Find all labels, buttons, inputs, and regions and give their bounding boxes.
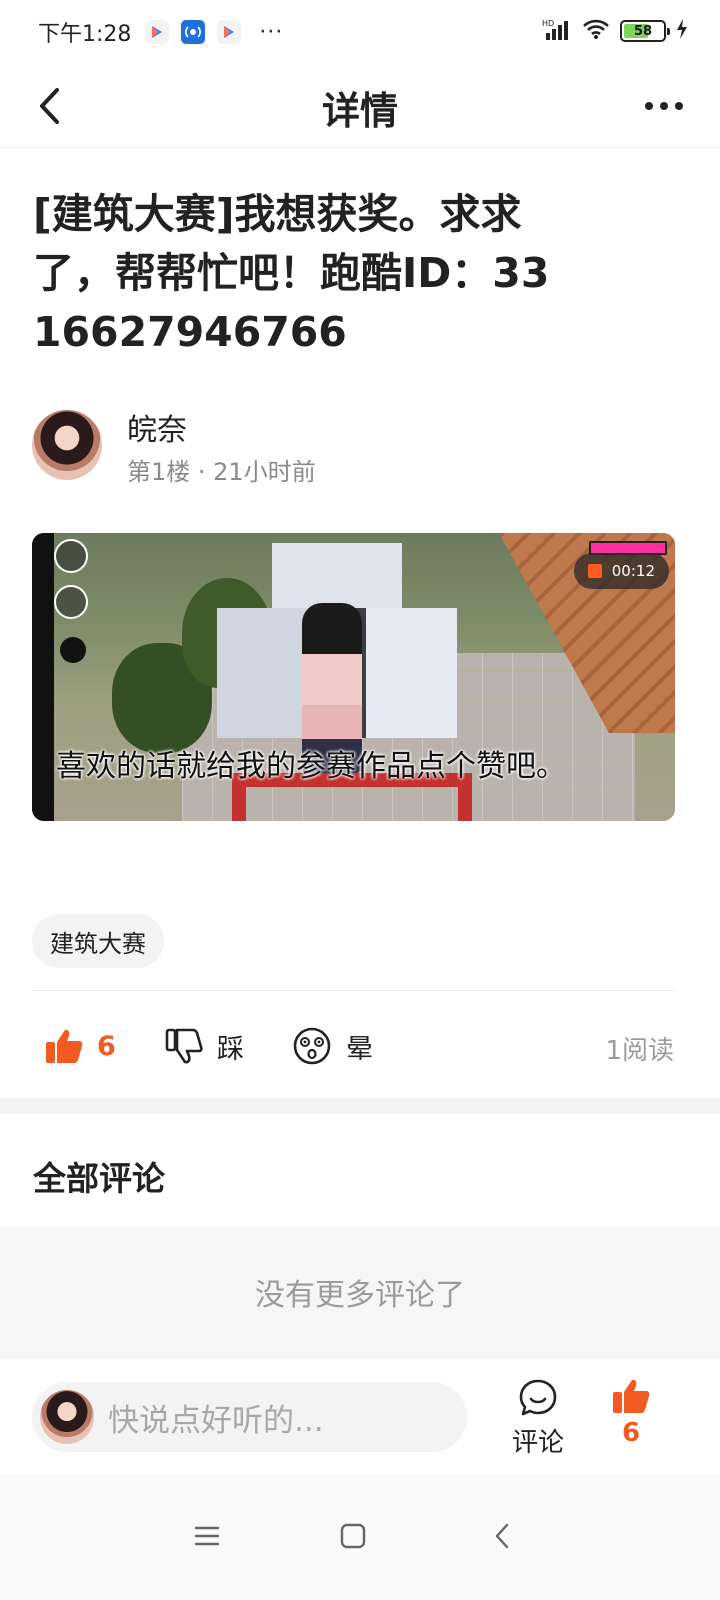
- bottom-like-count: 6: [621, 1418, 641, 1448]
- section-separator: [0, 1098, 720, 1114]
- back-arrow-icon: [495, 1523, 509, 1549]
- read-count: 1阅读: [605, 1036, 674, 1066]
- more-options-button[interactable]: [634, 78, 694, 134]
- bottom-like-button[interactable]: 6: [612, 1378, 650, 1448]
- thumbs-down-icon: [165, 1028, 203, 1064]
- battery-level: 58: [633, 23, 653, 39]
- nav-home-button[interactable]: [323, 1506, 383, 1566]
- thumbs-up-icon: [46, 1029, 83, 1063]
- play-store-icon-2: [217, 20, 242, 44]
- post-video[interactable]: 00:12 喜欢的话就给我的参赛作品点个赞吧。: [32, 533, 675, 821]
- thumbs-up-icon: [613, 1379, 650, 1413]
- game-indicator-icon: [60, 637, 86, 663]
- battery-icon: 58: [620, 20, 670, 42]
- author-avatar[interactable]: [32, 410, 102, 480]
- dizzy-label: 晕: [346, 1033, 373, 1065]
- signal-icon: HD: [542, 18, 572, 44]
- svg-text:HD: HD: [542, 19, 554, 28]
- more-dot-icon: [660, 102, 668, 110]
- topic-tag[interactable]: 建筑大赛: [32, 914, 164, 968]
- no-more-comments: 没有更多评论了: [0, 1227, 720, 1357]
- page-title: 详情: [321, 89, 398, 133]
- home-square-icon: [340, 1523, 366, 1549]
- video-left-bar: [32, 533, 54, 821]
- game-menu-icon: [54, 539, 88, 573]
- radio-app-icon: [181, 20, 206, 44]
- header: 详情: [0, 64, 720, 148]
- like-button[interactable]: 6: [45, 1020, 116, 1072]
- video-timer-text: 00:12: [611, 562, 655, 580]
- dizzy-face-icon: [293, 1027, 331, 1065]
- video-caption: 喜欢的话就给我的参赛作品点个赞吧。: [56, 749, 566, 784]
- dizzy-button[interactable]: 晕: [292, 1020, 373, 1072]
- comments-title: 全部评论: [33, 1159, 165, 1198]
- comment-button-label: 评论: [512, 1428, 565, 1458]
- divider: [32, 990, 675, 991]
- status-more-icon: ···: [259, 19, 284, 45]
- system-nav-bar: [0, 1474, 720, 1600]
- user-avatar: [40, 1390, 94, 1444]
- status-time: 下午1:28: [38, 22, 132, 47]
- author-name[interactable]: 皖奈: [127, 405, 187, 449]
- menu-icon: [194, 1526, 220, 1546]
- post-meta: 第1楼 · 21小时前: [127, 458, 316, 486]
- video-timer: 00:12: [573, 553, 669, 589]
- charging-icon: [676, 19, 688, 43]
- more-dot-icon: [675, 102, 683, 110]
- comment-bubble-icon: [519, 1379, 557, 1416]
- comment-input[interactable]: 快说点好听的...: [32, 1382, 467, 1452]
- dislike-label: 踩: [217, 1033, 244, 1065]
- status-right: HD 58: [542, 18, 688, 44]
- wifi-icon: [582, 18, 610, 44]
- more-dot-icon: [645, 102, 653, 110]
- comment-button[interactable]: 评论: [512, 1378, 564, 1459]
- status-bar: 下午1:28 ··· HD 58: [0, 0, 720, 64]
- nav-back-button[interactable]: [472, 1506, 532, 1566]
- play-store-icon: [145, 20, 170, 44]
- bottom-action-bar: 快说点好听的... 评论 6: [0, 1357, 720, 1474]
- comment-input-placeholder: 快说点好听的...: [108, 1402, 324, 1439]
- like-count: 6: [97, 1030, 116, 1062]
- record-icon: [587, 564, 602, 578]
- post-title: [建筑大赛]我想获奖。求求了，帮帮忙吧！跑酷ID：3316627946766: [33, 190, 550, 356]
- dislike-button[interactable]: 踩: [165, 1020, 244, 1072]
- nav-recents-button[interactable]: [177, 1506, 237, 1566]
- game-tools-icon: [54, 585, 88, 619]
